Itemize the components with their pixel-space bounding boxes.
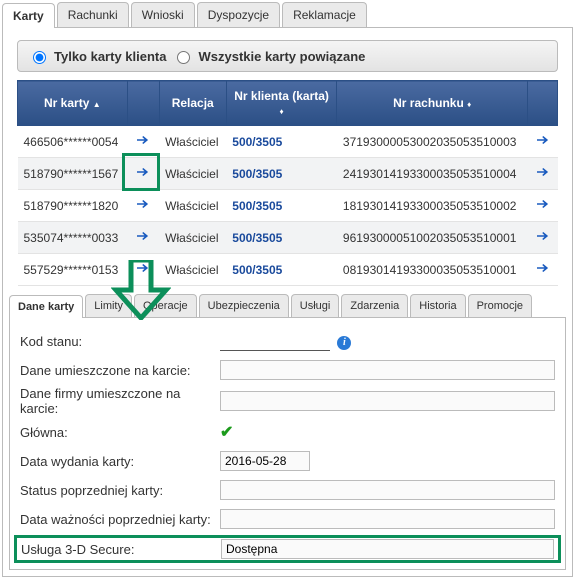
tab-rachunki[interactable]: Rachunki xyxy=(57,2,129,27)
arrow-right-icon[interactable] xyxy=(534,131,552,149)
arrow-right-icon[interactable] xyxy=(534,227,552,245)
arrow-right-icon[interactable] xyxy=(534,259,552,277)
top-tabs: Karty Rachunki Wnioski Dyspozycje Reklam… xyxy=(2,2,573,27)
cards-table: Nr karty ▲ Relacja Nr klienta (karta) ♦ … xyxy=(17,80,558,286)
radio-all-linked[interactable] xyxy=(177,51,190,64)
cell-card-no: 518790******1567 xyxy=(18,158,128,190)
detail-tab-limity[interactable]: Limity xyxy=(85,294,132,317)
cell-card-no: 466506******0054 xyxy=(18,126,128,158)
detail-panel: Kod stanu: i Dane umieszczone na karcie:… xyxy=(9,317,566,570)
label-secure: Usługa 3-D Secure: xyxy=(21,542,221,557)
input-dane-karcie[interactable] xyxy=(220,360,555,380)
filter-bar: Tylko karty klienta Wszystkie karty powi… xyxy=(17,40,558,72)
cell-relation: Właściciel xyxy=(159,254,226,286)
sort-icon: ♦ xyxy=(467,101,471,109)
radio-all-linked-label: Wszystkie karty powiązane xyxy=(198,49,365,64)
sort-asc-icon: ▲ xyxy=(93,101,101,109)
table-row: 518790******1820 Właściciel500/3505181930… xyxy=(18,190,558,222)
cell-account-no: 37193000053002035053510003 xyxy=(337,126,528,158)
detail-tab-historia[interactable]: Historia xyxy=(410,294,465,317)
label-dane-firmy: Dane firmy umieszczone na karcie: xyxy=(20,386,220,416)
arrow-right-icon[interactable] xyxy=(134,195,152,213)
input-data-waznosci[interactable] xyxy=(220,509,555,529)
cell-relation: Właściciel xyxy=(159,222,226,254)
table-row: 518790******1567 Właściciel500/3505241930… xyxy=(18,158,558,190)
cell-account-no: 96193000051002035053510001 xyxy=(337,222,528,254)
detail-tab-dane-karty[interactable]: Dane karty xyxy=(9,295,83,318)
detail-tab-zdarzenia[interactable]: Zdarzenia xyxy=(341,294,408,317)
cell-account-no: 18193014193300035053510002 xyxy=(337,190,528,222)
cell-card-no: 535074******0033 xyxy=(18,222,128,254)
arrow-right-icon[interactable] xyxy=(534,163,552,181)
detail-tab-uslugi[interactable]: Usługi xyxy=(291,294,340,317)
cell-client-no[interactable]: 500/3505 xyxy=(226,190,337,222)
th-action2 xyxy=(528,81,558,126)
cell-client-no[interactable]: 500/3505 xyxy=(226,158,337,190)
radio-only-client[interactable] xyxy=(33,51,46,64)
cell-relation: Właściciel xyxy=(159,126,226,158)
cell-relation: Właściciel xyxy=(159,190,226,222)
input-data-wydania[interactable] xyxy=(220,451,310,471)
input-status-poprzedniej[interactable] xyxy=(220,480,555,500)
th-client-no[interactable]: Nr klienta (karta) ♦ xyxy=(226,81,337,126)
th-action xyxy=(127,81,159,126)
arrow-right-icon[interactable] xyxy=(534,195,552,213)
input-dane-firmy[interactable] xyxy=(220,391,555,411)
arrow-right-icon[interactable] xyxy=(134,227,152,245)
input-secure[interactable] xyxy=(221,539,554,559)
sort-icon: ♦ xyxy=(280,108,284,116)
th-relation[interactable]: Relacja xyxy=(159,81,226,126)
label-status-poprzedniej: Status poprzedniej karty: xyxy=(20,483,220,498)
cell-account-no: 08193014193300035053510001 xyxy=(337,254,528,286)
label-data-wydania: Data wydania karty: xyxy=(20,454,220,469)
cell-card-no: 518790******1820 xyxy=(18,190,128,222)
cell-client-no[interactable]: 500/3505 xyxy=(226,254,337,286)
cell-relation: Właściciel xyxy=(159,158,226,190)
table-row: 557529******0153 Właściciel500/3505081930… xyxy=(18,254,558,286)
secure-highlight: Usługa 3-D Secure: xyxy=(14,535,561,563)
tab-karty[interactable]: Karty xyxy=(2,3,55,28)
input-kod-stanu[interactable] xyxy=(220,331,330,351)
cell-client-no[interactable]: 500/3505 xyxy=(226,126,337,158)
cell-client-no[interactable]: 500/3505 xyxy=(226,222,337,254)
th-card-no[interactable]: Nr karty ▲ xyxy=(18,81,128,126)
check-icon: ✔ xyxy=(220,424,233,441)
table-row: 535074******0033 Właściciel500/3505961930… xyxy=(18,222,558,254)
detail-tab-ubezpieczenia[interactable]: Ubezpieczenia xyxy=(199,294,289,317)
detail-tab-promocje[interactable]: Promocje xyxy=(468,294,532,317)
detail-tab-operacje[interactable]: Operacje xyxy=(134,294,197,317)
cell-account-no: 24193014193300035053510004 xyxy=(337,158,528,190)
arrow-right-icon[interactable] xyxy=(134,259,152,277)
radio-only-client-label: Tylko karty klienta xyxy=(54,49,166,64)
tab-reklamacje[interactable]: Reklamacje xyxy=(282,2,367,27)
label-data-waznosci: Data ważności poprzedniej karty: xyxy=(20,512,220,527)
label-glowna: Główna: xyxy=(20,425,220,440)
detail-tabs: Dane karty Limity Operacje Ubezpieczenia… xyxy=(9,294,566,317)
cards-panel: Tylko karty klienta Wszystkie karty powi… xyxy=(2,27,573,577)
tab-wnioski[interactable]: Wnioski xyxy=(131,2,195,27)
cell-card-no: 557529******0153 xyxy=(18,254,128,286)
info-icon[interactable]: i xyxy=(337,336,351,350)
arrow-right-icon[interactable] xyxy=(134,131,152,149)
table-row: 466506******0054 Właściciel500/3505371930… xyxy=(18,126,558,158)
label-dane-karcie: Dane umieszczone na karcie: xyxy=(20,363,220,378)
label-kod-stanu: Kod stanu: xyxy=(20,334,220,349)
tab-dyspozycje[interactable]: Dyspozycje xyxy=(197,2,280,27)
th-account-no[interactable]: Nr rachunku ♦ xyxy=(337,81,528,126)
arrow-right-icon[interactable] xyxy=(134,163,152,181)
